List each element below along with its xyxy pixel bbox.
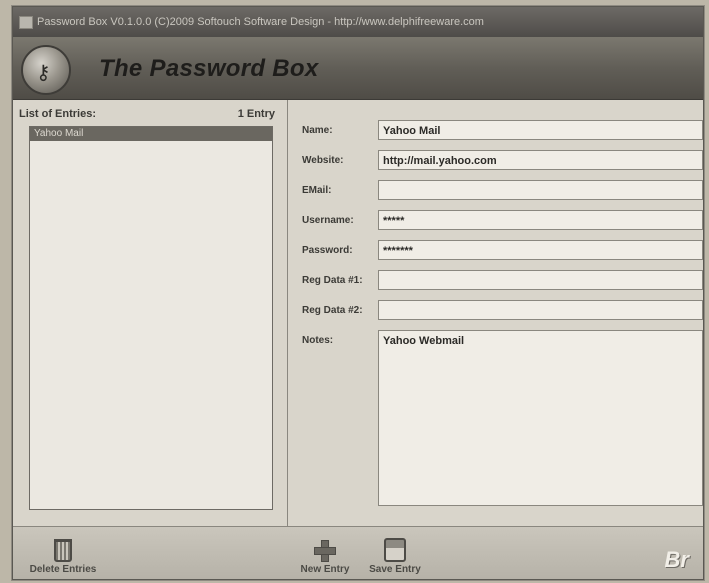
disk-icon — [384, 538, 406, 562]
trash-icon — [54, 539, 72, 562]
app-banner: ⚷ The Password Box — [13, 37, 703, 100]
brand-text: Br — [664, 547, 689, 572]
reg-data-1-label: Reg Data #1: — [302, 275, 363, 286]
password-box-window: Password Box V0.1.0.0 (C)2009 Softouch S… — [12, 6, 704, 580]
entries-pane: List of Entries: 1 Entry Yahoo Mail — [13, 100, 288, 579]
entries-count: 1 Entry — [237, 108, 275, 120]
username-label: Username: — [302, 215, 354, 226]
app-icon — [19, 16, 33, 29]
title-bar: Password Box V0.1.0.0 (C)2009 Softouch S… — [13, 7, 703, 37]
save-entry-label: Save Entry — [369, 564, 421, 575]
plus-icon — [314, 540, 336, 562]
name-field[interactable]: Yahoo Mail — [378, 120, 703, 140]
notes-field[interactable]: Yahoo Webmail — [378, 330, 703, 506]
entries-list[interactable]: Yahoo Mail — [29, 126, 273, 510]
reg-data-1-row: Reg Data #1: — [298, 270, 703, 292]
name-row: Name: Yahoo Mail — [298, 120, 703, 142]
notes-row: Notes: Yahoo Webmail — [298, 330, 703, 508]
brand-watermark: Br — [665, 547, 689, 573]
list-item-yahoo-mail[interactable]: Yahoo Mail — [30, 127, 272, 141]
notes-label: Notes: — [302, 335, 334, 346]
password-label: Password: — [302, 245, 353, 256]
website-field[interactable]: http://mail.yahoo.com — [378, 150, 703, 170]
new-entry-label: New Entry — [300, 564, 350, 575]
app-title: The Password Box — [99, 55, 319, 82]
reg-data-2-label: Reg Data #2: — [302, 305, 363, 316]
delete-entries-label: Delete Entries — [29, 564, 97, 575]
username-row: Username: ***** — [298, 210, 703, 232]
password-field[interactable]: ******* — [378, 240, 703, 260]
delete-entries-button[interactable]: Delete Entries — [23, 539, 103, 575]
username-field[interactable]: ***** — [378, 210, 703, 230]
email-label: EMail: — [302, 185, 332, 196]
email-field[interactable] — [378, 180, 703, 200]
key-logo-icon: ⚷ — [21, 45, 71, 95]
reg-data-1-field[interactable] — [378, 270, 703, 290]
name-label: Name: — [302, 125, 333, 136]
new-entry-button[interactable]: New Entry — [295, 540, 355, 575]
reg-data-2-field[interactable] — [378, 300, 703, 320]
window-title: Password Box V0.1.0.0 (C)2009 Softouch S… — [37, 16, 484, 28]
entries-header: List of Entries: 1 Entry — [19, 108, 275, 120]
key-icon: ⚷ — [36, 62, 51, 84]
email-row: EMail: — [298, 180, 703, 202]
bottom-toolbar: Delete Entries New Entry Save Entry Br — [13, 526, 703, 579]
save-entry-button[interactable]: Save Entry — [363, 538, 427, 575]
password-row: Password: ******* — [298, 240, 703, 262]
website-row: Website: http://mail.yahoo.com — [298, 150, 703, 172]
reg-data-2-row: Reg Data #2: — [298, 300, 703, 322]
entries-label: List of Entries: — [19, 108, 97, 120]
entry-form: Name: Yahoo Mail Website: http://mail.ya… — [288, 100, 703, 579]
website-label: Website: — [302, 155, 344, 166]
